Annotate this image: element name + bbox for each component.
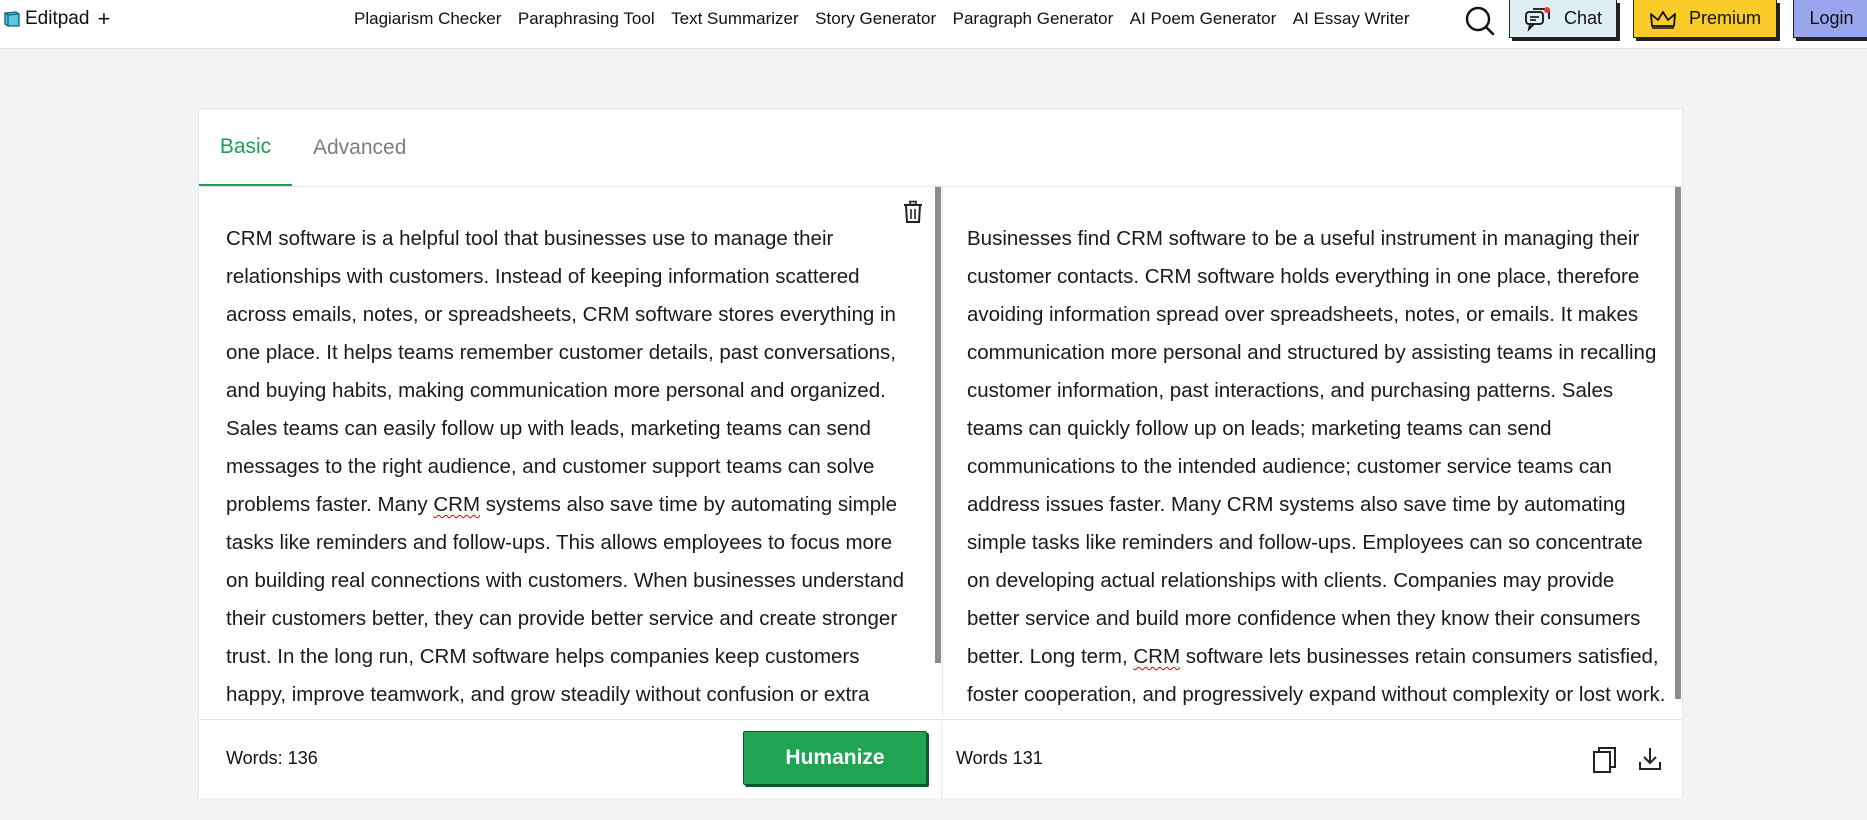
nav-plagiarism-checker[interactable]: Plagiarism Checker xyxy=(354,9,501,29)
nav-ai-poem-generator[interactable]: AI Poem Generator xyxy=(1130,9,1276,29)
logo-text: Editpad xyxy=(25,8,90,29)
humanizer-card: Basic Advanced CRM software is a helpful… xyxy=(198,108,1683,798)
mode-tabs: Basic Advanced xyxy=(199,109,1682,187)
nav-story-generator[interactable]: Story Generator xyxy=(815,9,936,29)
input-text-part2: systems also save time by automating sim… xyxy=(226,493,905,706)
login-label: Login xyxy=(1809,8,1854,28)
copy-icon[interactable] xyxy=(1592,746,1618,774)
input-text[interactable]: CRM software is a helpful tool that busi… xyxy=(226,220,906,717)
nav-ai-essay-writer[interactable]: AI Essay Writer xyxy=(1293,9,1410,29)
top-navbar: Editpad + Plagiarism Checker Paraphrasin… xyxy=(0,0,1867,49)
input-text-part1: CRM software is a helpful tool that busi… xyxy=(226,227,896,516)
input-word-count: Words: 136 xyxy=(226,748,318,768)
humanize-button[interactable]: Humanize xyxy=(743,731,927,785)
search-icon[interactable] xyxy=(1464,4,1496,36)
nav-paragraph-generator[interactable]: Paragraph Generator xyxy=(953,9,1114,29)
output-text-part1: Businesses find CRM software to be a use… xyxy=(967,227,1657,668)
chat-button[interactable]: Chat xyxy=(1509,0,1617,38)
output-scrollbar[interactable] xyxy=(1675,187,1681,699)
book-icon xyxy=(4,11,20,27)
footer-divider xyxy=(941,720,942,798)
tab-advanced[interactable]: Advanced xyxy=(313,109,406,186)
chat-label: Chat xyxy=(1563,8,1603,28)
logo[interactable]: Editpad + xyxy=(3,7,110,31)
plus-icon[interactable]: + xyxy=(97,8,110,30)
input-scrollbar[interactable] xyxy=(935,187,941,663)
main-nav: Plagiarism Checker Paraphrasing Tool Tex… xyxy=(354,9,1426,29)
premium-button[interactable]: Premium xyxy=(1633,0,1777,38)
input-pane[interactable]: CRM software is a helpful tool that busi… xyxy=(199,187,941,717)
card-footer: Words: 136 Humanize Words 131 xyxy=(199,719,1682,798)
output-word-count: Words 131 xyxy=(956,748,1043,768)
chat-bubble-icon xyxy=(1525,6,1550,32)
login-button[interactable]: Login xyxy=(1793,0,1867,38)
nav-text-summarizer[interactable]: Text Summarizer xyxy=(671,9,799,29)
spellcheck-flag: CRM xyxy=(1133,645,1181,668)
download-icon[interactable] xyxy=(1638,746,1662,772)
tab-basic[interactable]: Basic xyxy=(199,109,292,186)
crown-icon xyxy=(1650,10,1676,29)
output-text: Businesses find CRM software to be a use… xyxy=(967,220,1667,714)
spellcheck-flag: CRM xyxy=(433,493,481,516)
premium-label: Premium xyxy=(1688,8,1761,28)
trash-icon[interactable] xyxy=(902,200,924,224)
output-pane: Businesses find CRM software to be a use… xyxy=(942,187,1683,717)
nav-paraphrasing-tool[interactable]: Paraphrasing Tool xyxy=(518,9,655,29)
